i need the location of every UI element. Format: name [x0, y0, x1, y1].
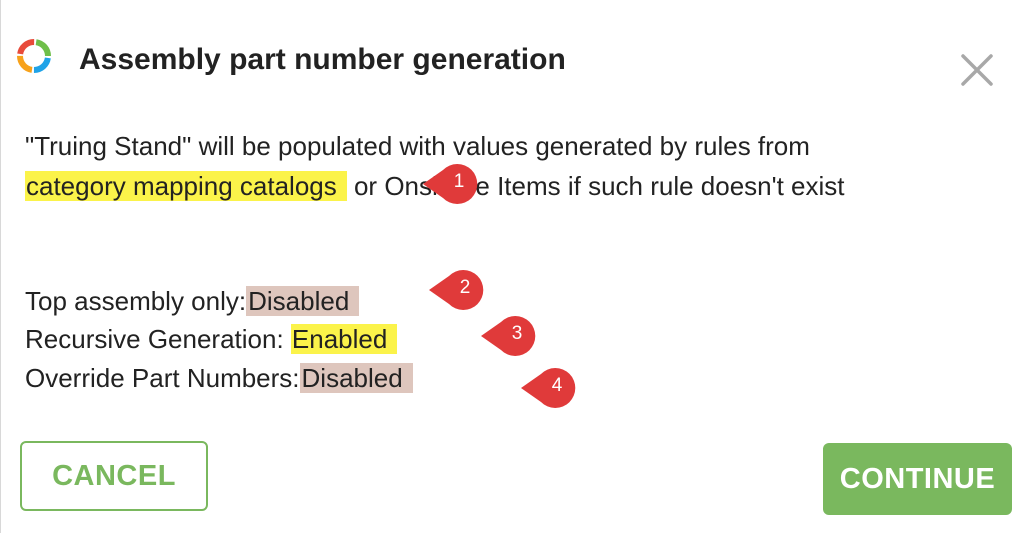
- setting-label: Top assembly only:: [25, 286, 247, 316]
- annotation-number: 2: [459, 277, 471, 298]
- annotation-number: 3: [511, 323, 523, 344]
- annotation-callout-3: 3: [479, 310, 557, 360]
- continue-button[interactable]: CONTINUE: [823, 443, 1012, 515]
- setting-value: Disabled: [246, 286, 360, 316]
- setting-recursive-generation: Recursive Generation: Enabled: [25, 324, 398, 355]
- message-line-1: "Truing Stand" will be populated with va…: [25, 131, 810, 161]
- annotation-number: 4: [551, 375, 563, 396]
- setting-top-assembly-only: Top assembly only:Disabled: [25, 286, 360, 317]
- annotation-callout-1: 1: [421, 158, 499, 208]
- annotation-callout-2: 2: [427, 264, 505, 314]
- setting-value: Disabled: [299, 363, 413, 393]
- app-logo-icon: [17, 39, 51, 73]
- setting-value: Enabled: [290, 324, 398, 354]
- dialog-title: Assembly part number generation: [79, 43, 566, 76]
- annotation-number: 1: [453, 171, 465, 192]
- category-mapping-catalogs-highlight: category mapping catalogs: [25, 171, 347, 201]
- setting-override-part-numbers: Override Part Numbers:Disabled: [25, 363, 413, 394]
- annotation-callout-4: 4: [519, 362, 597, 412]
- assembly-part-number-dialog: Assembly part number generation "Truing …: [0, 0, 1024, 533]
- setting-label: Override Part Numbers:: [25, 363, 300, 393]
- close-icon[interactable]: [959, 52, 995, 88]
- setting-label: Recursive Generation:: [25, 324, 284, 354]
- cancel-button[interactable]: CANCEL: [20, 441, 208, 511]
